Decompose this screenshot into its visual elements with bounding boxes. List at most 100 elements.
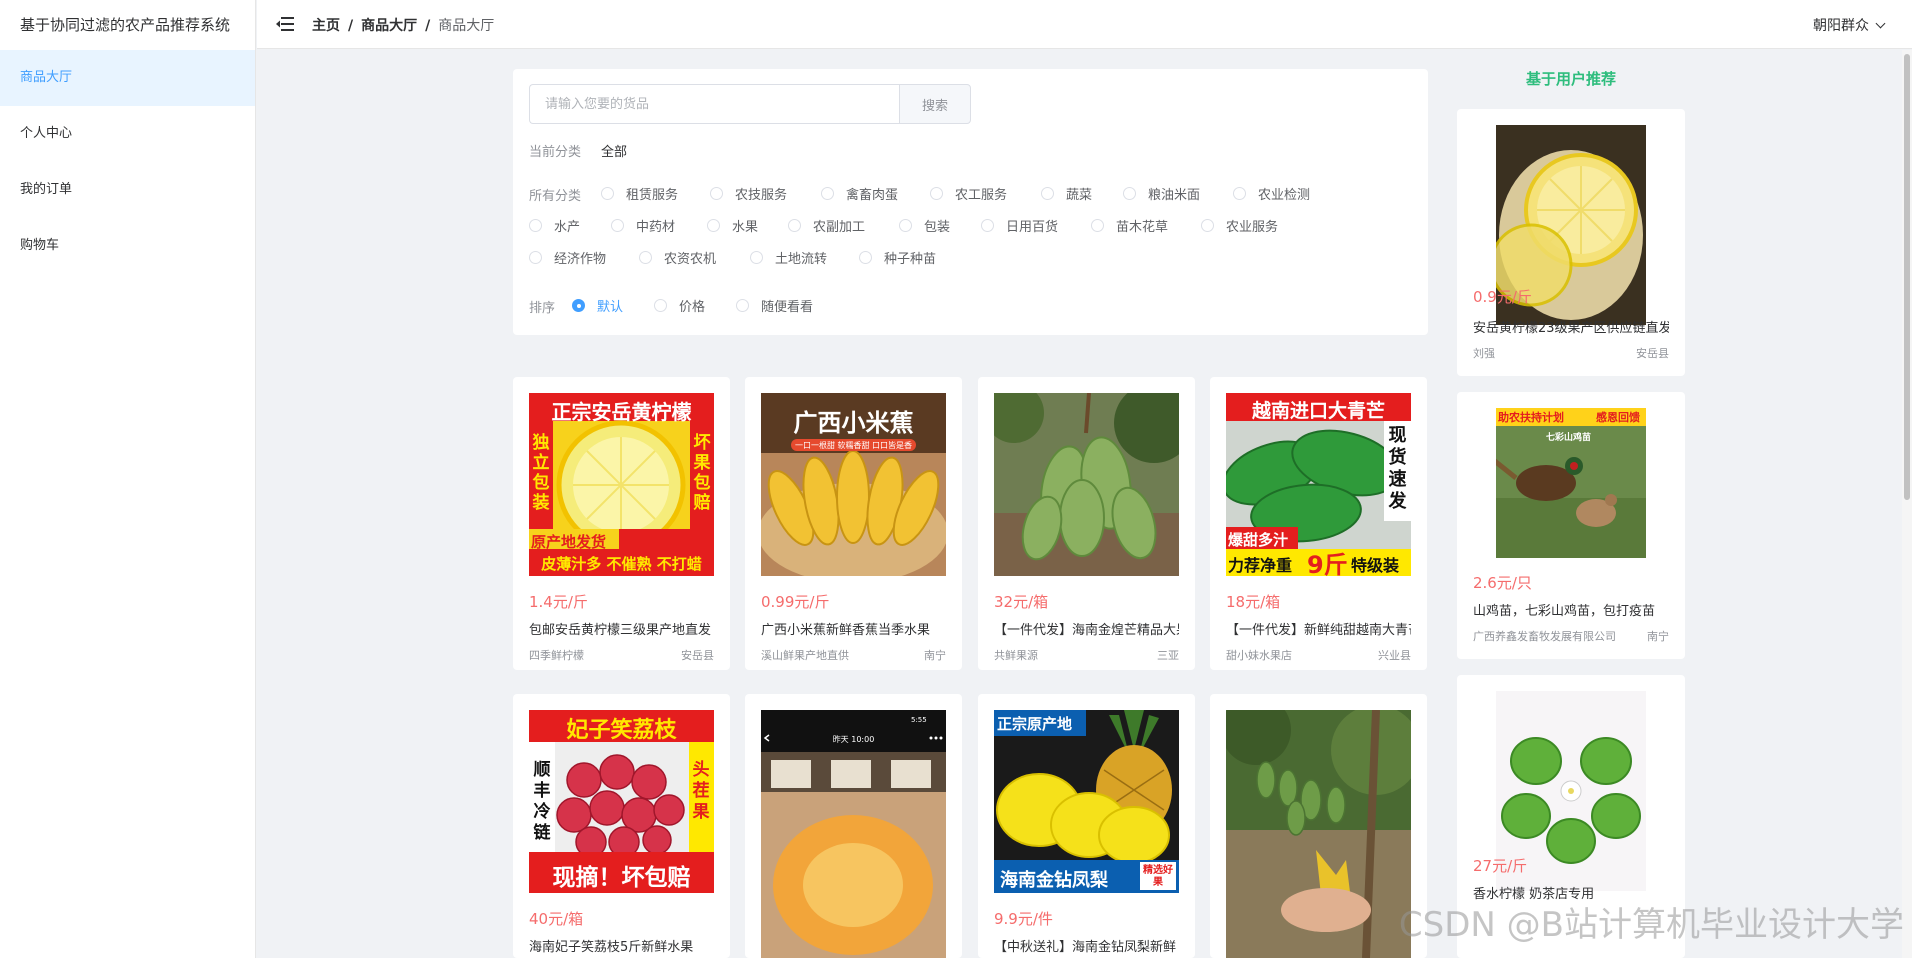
product-image-mango-tree	[1226, 710, 1411, 958]
radio-icon	[1123, 187, 1136, 200]
product-card-peach[interactable]: 昨天 10:00 5:55	[745, 694, 962, 958]
breadcrumb-home[interactable]: 主页	[312, 18, 340, 34]
radio-icon	[710, 187, 723, 200]
menu-fold-icon[interactable]	[275, 14, 295, 34]
sort-option-label: 默认	[597, 300, 624, 315]
recommend-card-pheasant[interactable]: 助农扶持计划 感恩回馈 七彩山鸡苗 2.6元/只 山鸡苗，七彩山鸡苗，包打疫苗 …	[1457, 392, 1685, 659]
user-name: 朝阳群众	[1813, 18, 1869, 34]
category-radio-seeds[interactable]: 种子种苗	[859, 248, 936, 267]
category-radio-herbal-medicine[interactable]: 中药材	[611, 216, 675, 235]
category-label: 粮油米面	[1148, 188, 1201, 203]
banner-subtitle: 一口一根甜 软糯香甜 口口皆是香	[794, 441, 913, 450]
recommend-price: 27元/斤	[1473, 857, 1528, 875]
radio-icon	[654, 299, 667, 312]
recommend-area: 安岳县	[1636, 347, 1669, 360]
recommend-card-lemon[interactable]: 0.9元/斤 安岳黄柠檬23级果产区供应链直发 刘强 安岳县	[1457, 109, 1685, 376]
sidebar: 基于协同过滤的农产品推荐系统 商品大厅 个人中心 我的订单 购物车	[0, 0, 256, 958]
recommend-name: 山鸡苗，七彩山鸡苗，包打疫苗	[1473, 604, 1656, 619]
banner-slogan: 现摘！坏包赔	[552, 865, 691, 891]
product-card-pineapple[interactable]: 正宗原产地 海南金钻凤梨 精选好果 9.9元/件 【中秋送礼】海南金钻凤梨新鲜	[978, 694, 1195, 958]
sort-radio-random[interactable]: 随便看看	[736, 296, 813, 315]
radio-icon	[529, 219, 542, 232]
page-scrollbar[interactable]	[1902, 50, 1912, 958]
category-radio-aquatic[interactable]: 水产	[529, 216, 580, 235]
radio-icon	[707, 219, 720, 232]
product-card-banana[interactable]: 广西小米蕉 一口一根甜 软糯香甜 口口皆是香 0.99元/斤 广西小米蕉新鲜香蕉…	[745, 377, 962, 670]
breadcrumb-product-hall[interactable]: 商品大厅	[361, 18, 417, 34]
category-radio-grain-oil[interactable]: 粮油米面	[1123, 184, 1200, 203]
product-card-lemon[interactable]: 正宗安岳黄柠檬 独立包装 坏果包赔 原产地发货 皮薄汁多 不催熟 不打蜡 1.4…	[513, 377, 730, 670]
product-price: 40元/箱	[529, 910, 584, 928]
category-label: 蔬菜	[1066, 188, 1093, 203]
category-radio-livestock-meat-egg[interactable]: 禽畜肉蛋	[821, 184, 898, 203]
category-radio-agri-supplies[interactable]: 农资农机	[639, 248, 716, 267]
radio-icon	[788, 219, 801, 232]
product-card-green-mango[interactable]: 越南进口大青芒 现货速发 爆甜多汁 力荐净重 9斤 特级装 18元/箱 【一件代…	[1210, 377, 1427, 670]
category-radio-seedlings-flowers[interactable]: 苗木花草	[1091, 216, 1168, 235]
sidebar-item-my-orders[interactable]: 我的订单	[0, 162, 255, 218]
banner-left-text: 独立包装	[532, 433, 550, 513]
category-label: 苗木花草	[1116, 220, 1169, 235]
radio-icon	[611, 219, 624, 232]
radio-icon	[981, 219, 994, 232]
radio-icon	[1041, 187, 1054, 200]
banner-right-text: 感恩回馈	[1596, 411, 1640, 424]
recommend-area: 南宁	[1647, 630, 1669, 643]
sidebar-item-cart[interactable]: 购物车	[0, 218, 255, 274]
sidebar-item-personal-center[interactable]: 个人中心	[0, 106, 255, 162]
category-radio-agri-service[interactable]: 农业服务	[1201, 216, 1278, 235]
system-title: 基于协同过滤的农产品推荐系统	[20, 16, 231, 34]
category-label: 日用百货	[1006, 220, 1059, 235]
sidebar-item-product-hall[interactable]: 商品大厅	[0, 50, 255, 106]
category-radio-agri-testing[interactable]: 农业检测	[1233, 184, 1310, 203]
category-label: 农业检测	[1258, 188, 1311, 203]
sort-radio-default[interactable]: 默认	[572, 296, 623, 315]
recommend-name: 安岳黄柠檬23级果产区供应链直发	[1473, 321, 1669, 336]
recommend-price: 2.6元/只	[1473, 574, 1532, 592]
category-label: 水果	[732, 220, 759, 235]
banner-subtitle: 七彩山鸡苗	[1546, 433, 1592, 443]
category-radio-agri-processing[interactable]: 农副加工	[788, 216, 865, 235]
category-radio-agri-tech-service[interactable]: 农技服务	[710, 184, 787, 203]
sort-radio-price[interactable]: 价格	[654, 296, 705, 315]
top-header: 主页 / 商品大厅 / 商品大厅 朝阳群众	[257, 0, 1912, 49]
all-categories-label: 所有分类	[529, 189, 582, 204]
product-image-peach: 昨天 10:00 5:55	[761, 710, 946, 958]
user-menu[interactable]: 朝阳群众	[1813, 15, 1886, 35]
scrollbar-thumb[interactable]	[1904, 54, 1910, 500]
product-name: 【中秋送礼】海南金钻凤梨新鲜	[994, 940, 1177, 955]
banner-product-name: 海南金钻凤梨	[1000, 870, 1108, 891]
search-input[interactable]	[529, 84, 899, 124]
category-radio-cash-crops[interactable]: 经济作物	[529, 248, 606, 267]
category-radio-vegetables[interactable]: 蔬菜	[1041, 184, 1092, 203]
category-radio-daily-goods[interactable]: 日用百货	[981, 216, 1058, 235]
radio-icon	[899, 219, 912, 232]
product-price: 32元/箱	[994, 593, 1049, 611]
banner-weight-value: 9斤	[1307, 551, 1348, 576]
product-name: 海南妃子笑荔枝5斤新鲜水果	[529, 940, 694, 955]
radio-icon	[639, 251, 652, 264]
product-card-mango[interactable]: 32元/箱 【一件代发】海南金煌芒精品大果 共鲜果源 三亚	[978, 377, 1195, 670]
current-category-label: 当前分类	[529, 145, 582, 160]
shop-name: 溪山鲜果产地直供	[761, 649, 849, 662]
shop-name: 四季鲜柠檬	[529, 649, 584, 662]
product-name: 包邮安岳黄柠檬三级果产地直发	[529, 623, 712, 638]
category-radio-land-transfer[interactable]: 土地流转	[750, 248, 827, 267]
peach-image	[761, 710, 946, 958]
banner-right-text: 现货速发	[1388, 425, 1407, 512]
category-radio-fruit[interactable]: 水果	[707, 216, 758, 235]
product-card-lychee[interactable]: 妃子笑荔枝 顺丰冷链 头茬果 现摘！坏包赔 40元/箱 海南妃子笑荔枝5斤新鲜水…	[513, 694, 730, 958]
product-name: 【一件代发】新鲜纯甜越南大青芒	[1226, 623, 1411, 638]
banner-slogan: 皮薄汁多 不催熟 不打蜡	[541, 555, 702, 573]
category-radio-farm-labor-service[interactable]: 农工服务	[930, 184, 1007, 203]
search-button[interactable]: 搜索	[899, 84, 971, 124]
product-card-mango-tree[interactable]	[1210, 694, 1427, 958]
shop-area: 南宁	[924, 649, 946, 662]
category-label: 种子种苗	[884, 252, 937, 267]
product-image-green-mango: 越南进口大青芒 现货速发 爆甜多汁 力荐净重 9斤 特级装	[1226, 393, 1411, 576]
category-label: 禽畜肉蛋	[846, 188, 899, 203]
banner-title: 妃子笑荔枝	[566, 718, 677, 743]
category-radio-rental-service[interactable]: 租赁服务	[601, 184, 678, 203]
category-radio-packaging[interactable]: 包装	[899, 216, 950, 235]
product-name: 广西小米蕉新鲜香蕉当季水果	[761, 623, 931, 638]
